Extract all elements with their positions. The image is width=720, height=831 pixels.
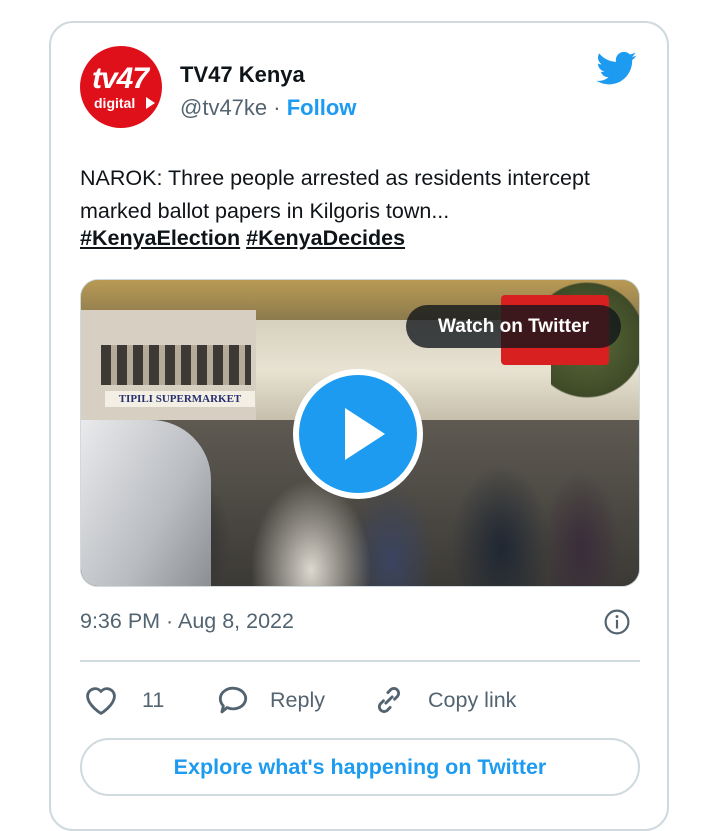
video-scene-shop-sign: TIPILI SUPERMARKET xyxy=(105,391,255,407)
divider xyxy=(80,660,640,662)
hashtag-kenya-election[interactable]: #KenyaElection xyxy=(80,226,240,250)
like-count: 11 xyxy=(142,687,165,712)
copy-link-button[interactable]: Copy link xyxy=(370,680,516,720)
explore-twitter-button[interactable]: Explore what's happening on Twitter xyxy=(80,738,640,796)
reply-button[interactable]: Reply xyxy=(214,680,325,720)
avatar-arrow xyxy=(146,97,155,109)
avatar-logo-text: tv47 xyxy=(92,62,149,95)
play-button[interactable] xyxy=(293,369,423,499)
reply-label: Reply xyxy=(270,687,325,712)
author-handle-row: @tv47ke · Follow xyxy=(180,95,356,121)
info-icon[interactable] xyxy=(604,609,630,635)
watch-on-twitter-button[interactable]: Watch on Twitter xyxy=(406,305,621,348)
play-icon xyxy=(345,408,385,460)
link-icon xyxy=(377,687,401,713)
avatar-logo-subtext: digital xyxy=(94,95,136,111)
avatar[interactable]: tv47 digital xyxy=(80,46,162,128)
like-button[interactable]: 11 xyxy=(82,680,164,720)
heart-icon xyxy=(86,687,116,715)
twitter-bird-icon[interactable] xyxy=(594,48,640,88)
video-scene-car xyxy=(81,420,211,586)
video-scene-windows xyxy=(101,345,251,385)
separator-dot: · xyxy=(273,95,281,120)
follow-link[interactable]: Follow xyxy=(287,95,357,120)
hashtag-kenya-decides[interactable]: #KenyaDecides xyxy=(246,226,405,250)
author-name[interactable]: TV47 Kenya xyxy=(180,62,305,88)
tweet-timestamp[interactable]: 9:36 PM · Aug 8, 2022 xyxy=(80,609,294,634)
tweet-text: NAROK: Three people arrested as resident… xyxy=(80,166,590,223)
copy-link-label: Copy link xyxy=(428,687,517,712)
hashtag-row: #KenyaElection #KenyaDecides xyxy=(80,226,405,251)
author-handle[interactable]: @tv47ke xyxy=(180,95,267,120)
reply-bubble-icon xyxy=(218,686,248,714)
